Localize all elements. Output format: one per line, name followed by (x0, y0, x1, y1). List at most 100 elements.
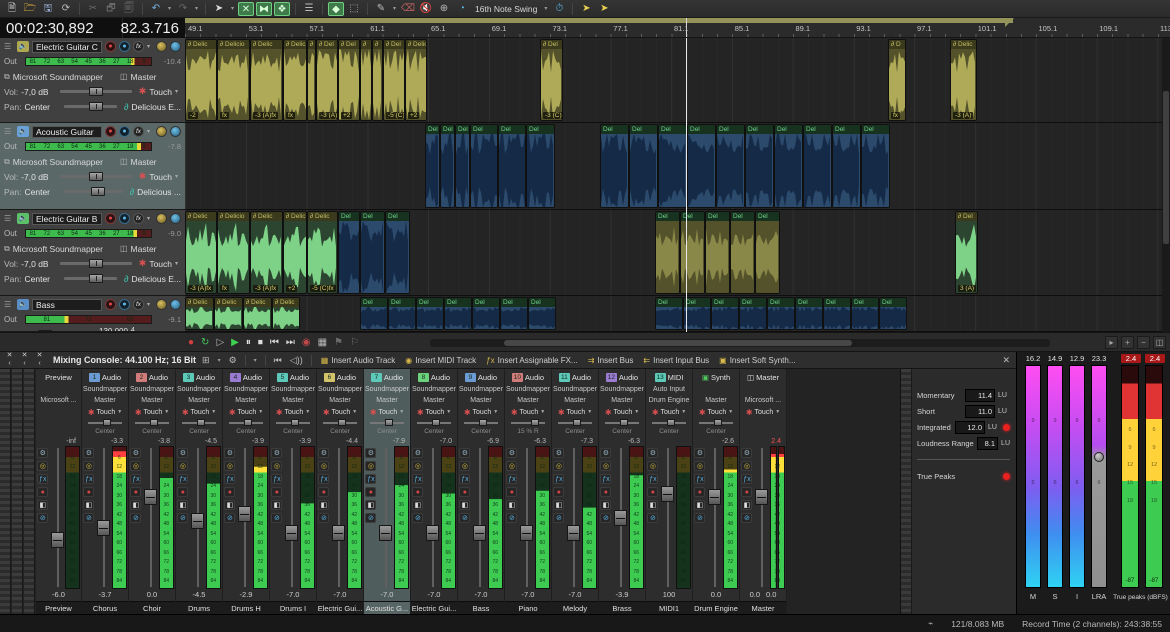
gear-icon[interactable]: ⚙ (227, 355, 239, 366)
strip-name[interactable]: Chorus (82, 601, 128, 614)
volume-fader[interactable] (51, 446, 63, 589)
clip[interactable]: Del (472, 297, 500, 330)
open-folder-icon[interactable]: 🗁 (22, 2, 38, 16)
strip-mute-icon[interactable]: ⊘ (83, 513, 94, 523)
strip-record-icon[interactable]: ● (365, 487, 376, 497)
undo-icon[interactable]: ↶ (148, 2, 164, 16)
strip-output-row[interactable]: Master (129, 395, 175, 406)
dock-strip[interactable] (12, 369, 23, 614)
strip-record-icon[interactable]: ● (83, 487, 94, 497)
fader-thumb[interactable] (97, 520, 110, 536)
fx-plugin-name[interactable]: Delicious ... (137, 187, 181, 197)
strip-mute-icon[interactable]: ⊘ (130, 513, 141, 523)
strip-automation-row[interactable]: ✱Touch▼ (176, 406, 222, 418)
strip-output-row[interactable]: Drum Engine (646, 395, 692, 406)
clip[interactable]: Del (338, 211, 360, 294)
volume-slider[interactable] (60, 90, 132, 93)
strip-input-row[interactable]: Soundmapper (82, 384, 128, 395)
clip[interactable]: Del (755, 211, 780, 294)
clip[interactable]: Del (444, 297, 472, 330)
pan-slider[interactable] (135, 422, 169, 424)
clip[interactable]: Del (716, 124, 745, 208)
zoom-tool-icon[interactable]: ⊕ (436, 2, 452, 16)
fx-plugin-name[interactable]: Delicious E... (131, 274, 181, 284)
mixer-strip[interactable]: Preview Microsoft ... -inf⚙◎ƒx●◧⊘6121824… (36, 369, 82, 614)
clip[interactable]: ∂ (307, 39, 316, 121)
strip-gear-icon[interactable]: ⚙ (741, 448, 752, 458)
copy-icon[interactable]: 🗗 (103, 2, 119, 16)
pan-slider[interactable] (417, 422, 451, 424)
strip-input-row[interactable]: Soundmapper (458, 384, 504, 395)
fader-thumb[interactable] (238, 506, 251, 522)
pan-slider-thumb[interactable] (667, 419, 675, 426)
aim-assist-icon[interactable]: ◆ (328, 2, 344, 16)
dropdown-arrow-icon[interactable]: ▾ (193, 5, 200, 12)
automation-read-knob[interactable] (170, 299, 181, 310)
phase-icon[interactable]: ◎ (83, 461, 94, 471)
fx-bypass-button[interactable]: fx (133, 126, 144, 137)
mixer-strip[interactable]: 7AudioSoundmapperMaster✱Touch▼Center-7.9… (364, 369, 411, 614)
strip-input-row[interactable]: Soundmapper (364, 384, 410, 395)
clip[interactable]: Del (687, 124, 716, 208)
clip[interactable]: Del (385, 211, 410, 294)
automation-read-knob[interactable] (170, 126, 181, 137)
interleave-icon[interactable]: ◧ (647, 500, 658, 510)
clip[interactable]: Del (388, 297, 416, 330)
phase-icon[interactable]: ◎ (224, 461, 235, 471)
pan-slider[interactable] (229, 422, 263, 424)
fx-bypass-button[interactable]: fx (133, 299, 144, 310)
strip-fx-icon[interactable]: ƒx (600, 474, 611, 484)
volume-fader[interactable] (379, 446, 392, 589)
strip-input-row[interactable] (36, 384, 81, 395)
dropdown-arrow-icon[interactable]: ▾ (216, 357, 223, 364)
strip-record-icon[interactable]: ● (553, 487, 564, 497)
fader-thumb[interactable] (332, 525, 345, 541)
interleave-icon[interactable]: ◧ (412, 500, 423, 510)
strip-output-row[interactable]: Master (505, 395, 551, 406)
dock-handle[interactable] (901, 369, 912, 614)
fader-thumb[interactable] (473, 525, 486, 541)
fader-thumb[interactable] (708, 489, 721, 505)
fx-bypass-button[interactable]: fx (133, 41, 144, 52)
timing-tool-icon[interactable]: ❖ (274, 2, 290, 16)
clip[interactable]: Del (455, 124, 470, 208)
audition-icon[interactable]: ◁)) (288, 355, 305, 366)
clip[interactable]: Del (683, 297, 711, 330)
mute-button[interactable]: ● (119, 41, 130, 52)
volume-fader[interactable] (238, 446, 251, 589)
time-display-mbt[interactable]: 82.3.716 (122, 18, 185, 38)
clip[interactable]: Del (629, 124, 658, 208)
scroll-right-button[interactable]: ▸ (1105, 336, 1118, 349)
strip-automation-row[interactable]: ✱Touch▼ (129, 406, 175, 418)
mixer-strip[interactable]: 5AudioSoundmapperMaster✱Touch▼Center-3.9… (270, 369, 317, 614)
clip[interactable]: ∂ Del+2 (338, 39, 360, 121)
clip[interactable]: Del (711, 297, 739, 330)
strip-name[interactable]: Acoustic G... (364, 601, 410, 614)
drag-handle-icon[interactable]: ☰ (4, 127, 14, 136)
strip-automation-row[interactable]: ✱Touch▼ (411, 406, 457, 418)
strip-name[interactable]: Electric Gui... (411, 601, 457, 614)
vol-value[interactable]: -7,0 dB (21, 87, 53, 97)
collapse-icon[interactable]: ‹ (4, 360, 15, 368)
strip-record-icon[interactable]: ● (694, 487, 705, 497)
strip-gear-icon[interactable]: ⚙ (224, 448, 235, 458)
automation-mode[interactable]: Touch (149, 259, 172, 269)
time-display-smpte[interactable]: 00:02:30,892 (0, 18, 122, 38)
strip-output-row[interactable]: Master (411, 395, 457, 406)
mixer-strip[interactable]: 11AudioSoundmapperMaster✱Touch▼Center-7.… (552, 369, 599, 614)
cut-icon[interactable]: ✂ (85, 2, 101, 16)
strip-mute-icon[interactable]: ⊘ (647, 513, 658, 523)
record-options-button[interactable]: ◉ (302, 335, 311, 350)
pan-slider-thumb[interactable] (432, 419, 440, 426)
track-name[interactable]: Acoustic Guitar (32, 126, 102, 138)
strip-gear-icon[interactable]: ⚙ (553, 448, 564, 458)
interleave-icon[interactable]: ◧ (553, 500, 564, 510)
chevron-down-icon[interactable]: ▾ (147, 215, 153, 222)
clip[interactable]: ∂ Delic-3 (A)fx (185, 211, 217, 294)
vol-value[interactable]: -7,0 dB (21, 172, 53, 182)
cursor-marker-2-icon[interactable]: ➤ (596, 2, 612, 16)
strip-automation-row[interactable]: ✱Touch▼ (599, 406, 645, 418)
strip-record-icon[interactable]: ● (224, 487, 235, 497)
phase-icon[interactable]: ◎ (694, 461, 705, 471)
fader-thumb[interactable] (661, 486, 674, 502)
